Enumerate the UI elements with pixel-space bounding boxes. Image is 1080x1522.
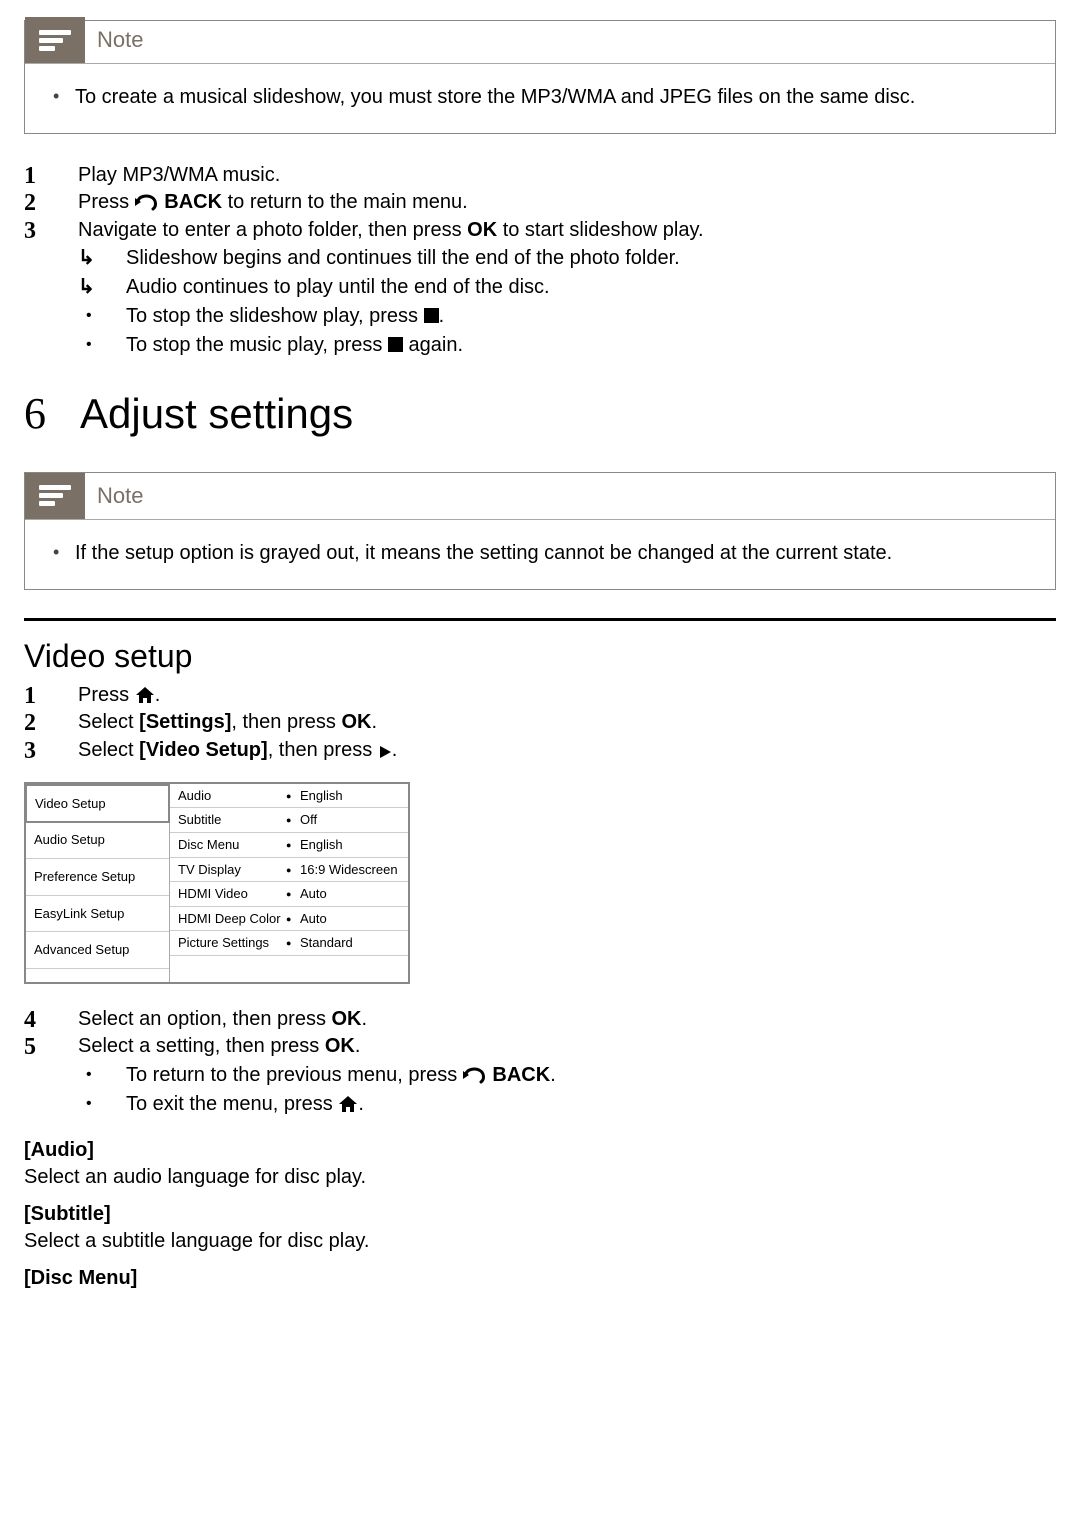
home-icon <box>135 686 155 704</box>
subsection-heading: Video setup <box>24 635 1056 678</box>
step-number: 3 <box>24 737 78 764</box>
note-title: Note <box>85 481 143 511</box>
note-title: Note <box>85 25 143 55</box>
section-title: Adjust settings <box>80 386 353 443</box>
note-text: If the setup option is grayed out, it me… <box>53 540 1037 567</box>
menu-screenshot: Video Setup Audio Setup Preference Setup… <box>24 782 410 984</box>
bullet-icon <box>78 1091 126 1117</box>
def-subtitle-body: Select a subtitle language for disc play… <box>24 1228 1056 1255</box>
section-heading: 6 Adjust settings <box>24 384 1056 443</box>
menu-left-item: Advanced Setup <box>26 932 169 969</box>
sub-text: To return to the previous menu, press BA… <box>126 1062 1056 1089</box>
slideshow-steps: 1 Play MP3/WMA music. 2 Press BACK to re… <box>24 162 1056 360</box>
dot-icon <box>286 910 300 928</box>
step-text: Select an option, then press OK. <box>78 1006 1056 1033</box>
menu-left-item: EasyLink Setup <box>26 896 169 933</box>
sub-text: To exit the menu, press . <box>126 1091 1056 1118</box>
play-icon <box>378 745 392 759</box>
stop-icon <box>424 308 439 323</box>
step-number: 4 <box>24 1006 78 1033</box>
back-icon <box>463 1066 487 1084</box>
def-audio-body: Select an audio language for disc play. <box>24 1164 1056 1191</box>
step-text: Play MP3/WMA music. <box>78 162 1056 189</box>
note-icon <box>25 473 85 519</box>
step-number: 2 <box>24 709 78 736</box>
sub-text: To stop the slideshow play, press . <box>126 303 1056 330</box>
step-text: Select [Video Setup], then press . <box>78 737 1056 764</box>
dot-icon <box>286 885 300 903</box>
bullet-icon <box>78 1062 126 1088</box>
def-audio-title: [Audio] <box>24 1137 1056 1164</box>
menu-row: Picture SettingsStandard <box>170 931 408 956</box>
note-box-2: Note If the setup option is grayed out, … <box>24 472 1056 590</box>
dot-icon <box>286 836 300 854</box>
menu-row: TV Display16:9 Widescreen <box>170 858 408 883</box>
note-tab: Note <box>25 473 1055 519</box>
step-number: 2 <box>24 189 78 216</box>
menu-row: SubtitleOff <box>170 808 408 833</box>
bullet-icon <box>78 303 126 329</box>
note-icon <box>25 17 85 63</box>
menu-left-item: Audio Setup <box>26 822 169 859</box>
dot-icon <box>286 811 300 829</box>
menu-row: HDMI VideoAuto <box>170 882 408 907</box>
menu-left-item: Preference Setup <box>26 859 169 896</box>
step-text: Select [Settings], then press OK. <box>78 709 1056 736</box>
menu-right-column: AudioEnglish SubtitleOff Disc MenuEnglis… <box>170 784 408 982</box>
note-text: To create a musical slideshow, you must … <box>53 84 1037 111</box>
step-text: Select a setting, then press OK. <box>78 1033 1056 1060</box>
sub-text: Audio continues to play until the end of… <box>126 274 1056 301</box>
sub-text: To stop the music play, press again. <box>126 332 1056 359</box>
sub-text: Slideshow begins and continues till the … <box>126 245 1056 272</box>
step-number: 5 <box>24 1033 78 1060</box>
step-text: Press BACK to return to the main menu. <box>78 189 1056 216</box>
bullet-icon <box>78 332 126 358</box>
back-icon <box>135 193 159 211</box>
step-text: Navigate to enter a photo folder, then p… <box>78 217 1056 244</box>
step-number: 1 <box>24 162 78 189</box>
menu-row: AudioEnglish <box>170 784 408 809</box>
menu-row: Disc MenuEnglish <box>170 833 408 858</box>
note-body: To create a musical slideshow, you must … <box>25 64 1055 133</box>
video-setup-steps: 1 Press . 2 Select [Settings], then pres… <box>24 682 1056 764</box>
menu-left-item: Video Setup <box>25 783 170 824</box>
step-number: 3 <box>24 217 78 244</box>
section-number: 6 <box>24 384 46 443</box>
note-body: If the setup option is grayed out, it me… <box>25 520 1055 589</box>
note-box-1: Note To create a musical slideshow, you … <box>24 20 1056 134</box>
result-arrow-icon <box>78 245 126 271</box>
home-icon <box>338 1095 358 1113</box>
menu-row: HDMI Deep ColorAuto <box>170 907 408 932</box>
stop-icon <box>388 337 403 352</box>
result-arrow-icon <box>78 274 126 300</box>
step-number: 1 <box>24 682 78 709</box>
dot-icon <box>286 787 300 805</box>
section-divider <box>24 618 1056 621</box>
step-text: Press . <box>78 682 1056 709</box>
dot-icon <box>286 934 300 952</box>
menu-row-empty <box>170 956 408 982</box>
dot-icon <box>286 861 300 879</box>
menu-left-column: Video Setup Audio Setup Preference Setup… <box>26 784 170 982</box>
note-tab: Note <box>25 17 1055 63</box>
def-subtitle-title: [Subtitle] <box>24 1201 1056 1228</box>
def-discmenu-title: [Disc Menu] <box>24 1265 1056 1292</box>
video-setup-steps-cont: 4 Select an option, then press OK. 5 Sel… <box>24 1006 1056 1119</box>
